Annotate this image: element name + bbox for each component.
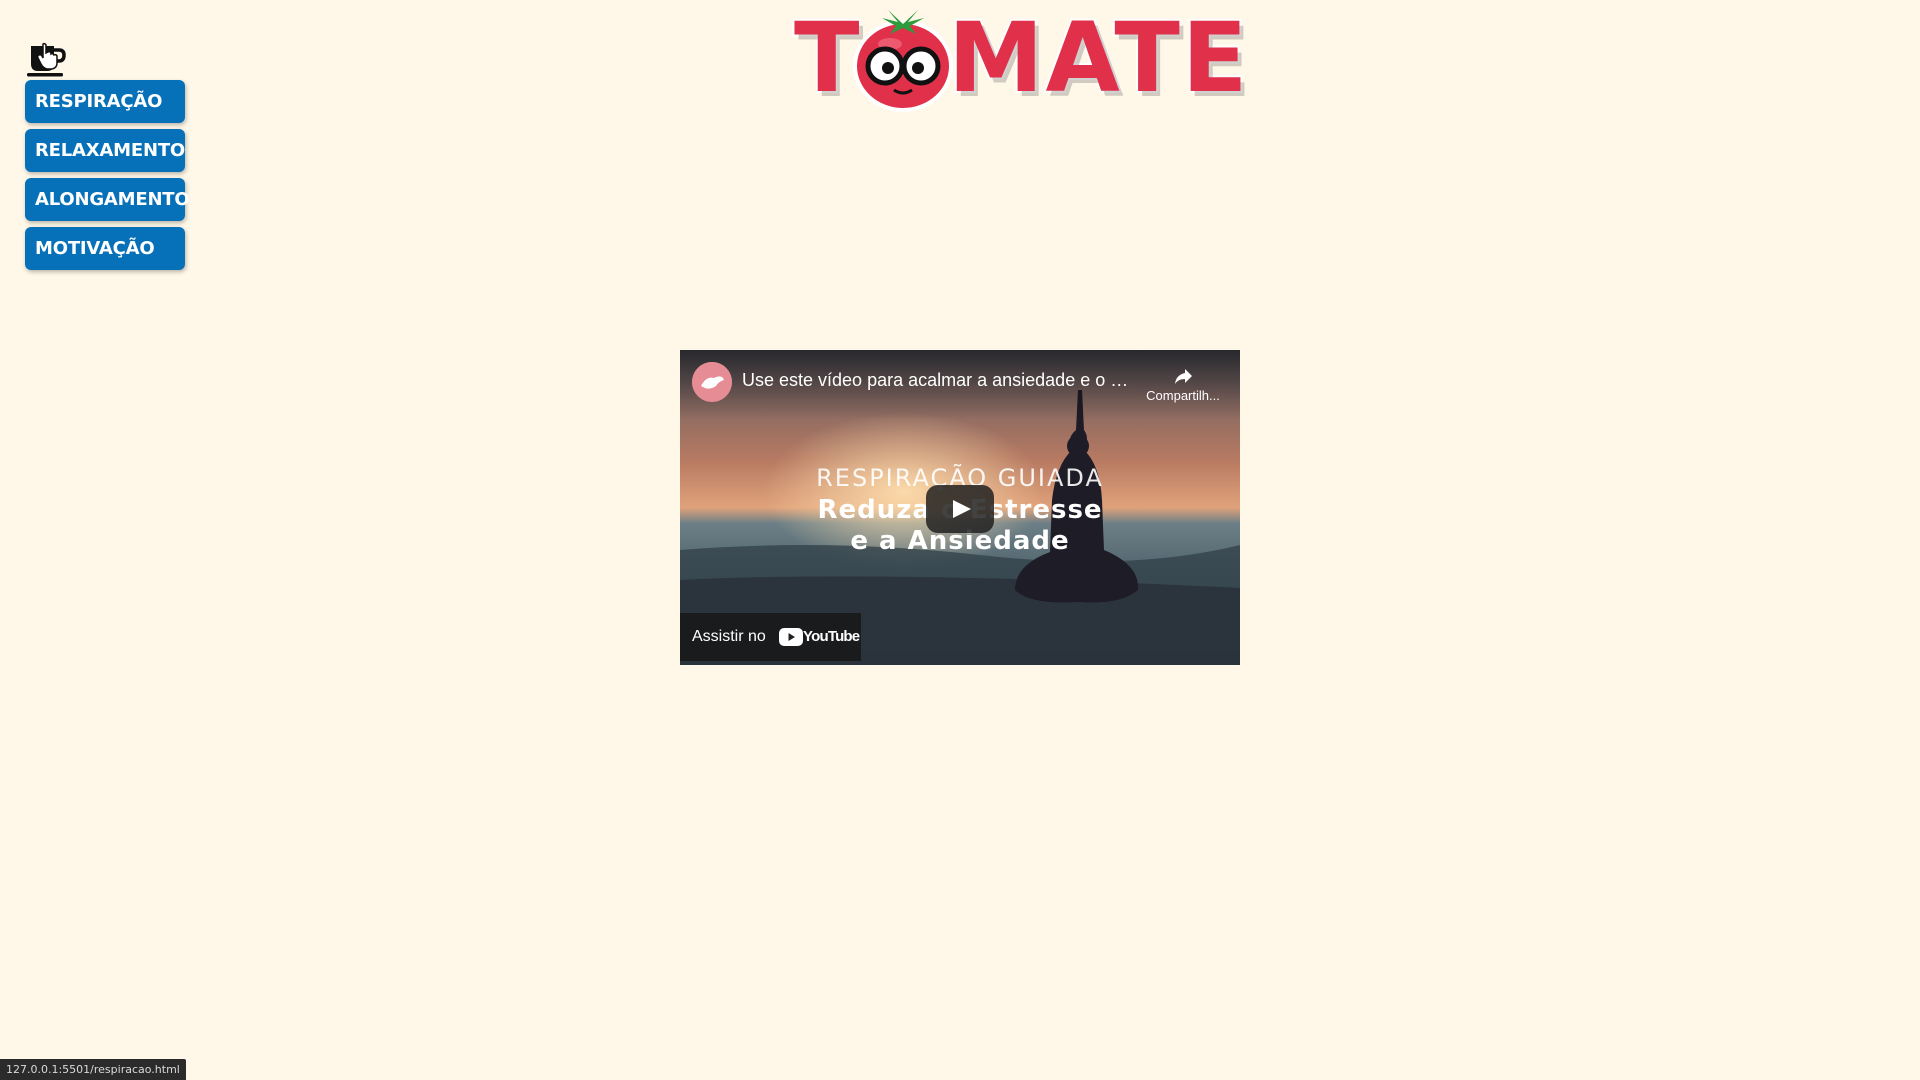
status-bar-url: 127.0.0.1:5501/respiracao.html bbox=[0, 1059, 186, 1080]
channel-logo-icon bbox=[692, 362, 732, 402]
youtube-play-icon bbox=[779, 628, 803, 646]
share-label: Compartilh... bbox=[1146, 388, 1220, 403]
nav-button-respiracao[interactable]: RESPIRAÇÃO bbox=[25, 80, 185, 123]
play-button[interactable] bbox=[926, 485, 994, 533]
page: T MATE RESPIRAÇÃO RELAXAMENTO ALONGAMENT… bbox=[0, 0, 1920, 1080]
nav-button-relaxamento[interactable]: RELAXAMENTO bbox=[25, 129, 185, 172]
youtube-wordmark: YouTube bbox=[803, 628, 860, 645]
share-button[interactable]: Compartilh... bbox=[1135, 360, 1231, 410]
sidebar-nav: RESPIRAÇÃO RELAXAMENTO ALONGAMENTO MOTIV… bbox=[25, 80, 190, 276]
tomate-logo[interactable]: T MATE bbox=[790, 4, 1249, 116]
coffee-button[interactable] bbox=[24, 40, 68, 80]
nav-button-motivacao[interactable]: MOTIVAÇÃO bbox=[25, 227, 185, 270]
watch-on-youtube-button[interactable]: Assistir no YouTube bbox=[680, 613, 861, 661]
nav-button-alongamento[interactable]: ALONGAMENTO bbox=[25, 178, 190, 221]
share-arrow-icon bbox=[1175, 369, 1192, 384]
watch-on-label: Assistir no bbox=[692, 628, 766, 645]
video-title[interactable]: Use este vídeo para acalmar a ansiedade … bbox=[742, 370, 1132, 391]
youtube-embed[interactable]: Use este vídeo para acalmar a ansiedade … bbox=[680, 350, 1240, 665]
youtube-logo: YouTube bbox=[779, 627, 860, 647]
coffee-cup-icon bbox=[27, 42, 66, 77]
logo-letters-mate: MATE bbox=[946, 2, 1250, 114]
play-icon bbox=[953, 500, 971, 518]
channel-avatar[interactable] bbox=[692, 362, 732, 402]
